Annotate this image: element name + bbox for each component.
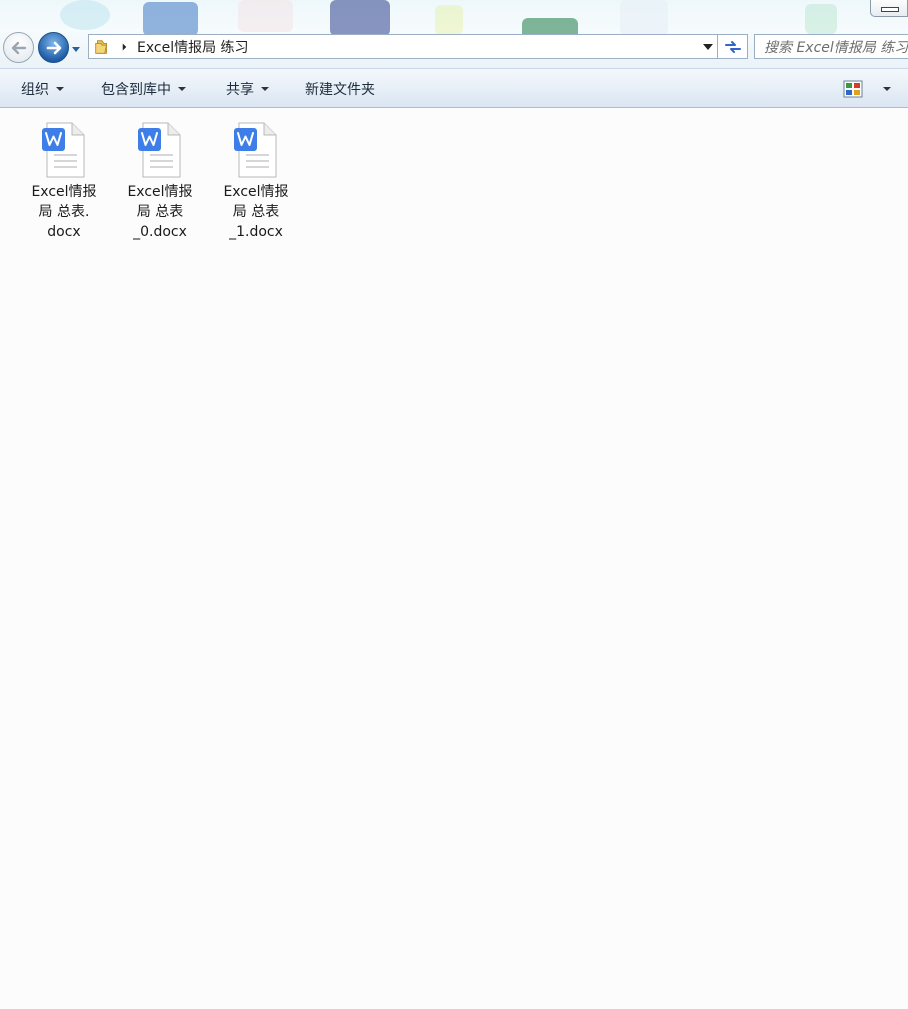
breadcrumb-separator-icon[interactable] [117, 42, 131, 52]
include-in-library-button[interactable]: 包含到库中 [101, 69, 186, 108]
background-blur [435, 5, 463, 35]
file-item[interactable]: Excel情报 局 总表 _0.docx [120, 120, 200, 242]
address-bar[interactable]: Excel情报局 练习 [88, 34, 718, 59]
view-options-dropdown[interactable] [883, 87, 891, 91]
new-folder-label: 新建文件夹 [305, 81, 375, 98]
file-list-area[interactable]: Excel情报 局 总表. docx Excel情报 局 总表 _0.docx … [0, 108, 908, 1009]
organize-label: 组织 [21, 81, 49, 98]
file-name: Excel情报 局 总表 _0.docx [127, 184, 193, 240]
chevron-down-icon [261, 86, 269, 91]
address-history-dropdown[interactable] [701, 39, 715, 55]
new-folder-button[interactable]: 新建文件夹 [305, 69, 375, 108]
refresh-icon [724, 40, 741, 53]
file-name: Excel情报 局 总表 _1.docx [223, 184, 289, 240]
chevron-down-icon [703, 44, 713, 50]
change-view-icon[interactable] [843, 80, 863, 98]
share-label: 共享 [226, 81, 254, 98]
arrow-right-icon [46, 41, 61, 54]
background-blur [620, 0, 668, 36]
chevron-down-icon [178, 86, 186, 91]
minimize-button[interactable] [870, 0, 908, 17]
file-name: Excel情报 局 总表. docx [31, 184, 97, 240]
chevron-down-icon [56, 86, 64, 91]
arrow-left-icon [11, 41, 26, 54]
background-blur [805, 4, 837, 34]
wps-word-doc-icon [42, 122, 85, 178]
back-button[interactable] [3, 32, 34, 63]
share-menu-button[interactable]: 共享 [226, 69, 269, 108]
background-blur [143, 2, 198, 36]
organize-menu-button[interactable]: 组织 [21, 69, 64, 108]
background-blur [238, 0, 293, 32]
forward-button[interactable] [38, 32, 69, 63]
wps-word-doc-icon [234, 122, 277, 178]
recent-pages-dropdown[interactable] [70, 44, 82, 54]
chevron-down-icon [72, 47, 80, 52]
file-item[interactable]: Excel情报 局 总表 _1.docx [216, 120, 296, 242]
background-blur [330, 0, 390, 36]
file-item[interactable]: Excel情报 局 总表. docx [24, 120, 104, 242]
background-blur [60, 0, 110, 30]
wps-word-doc-icon [138, 122, 181, 178]
include-in-library-label: 包含到库中 [101, 81, 171, 98]
folder-icon [91, 36, 113, 58]
refresh-button[interactable] [718, 34, 748, 59]
breadcrumb-current-folder[interactable]: Excel情报局 练习 [137, 37, 249, 57]
title-bar: Excel情报局 练习 搜索 Excel情报局 练习 [0, 0, 908, 68]
search-input[interactable]: 搜索 Excel情报局 练习 [754, 34, 908, 59]
command-bar: 组织 包含到库中 共享 新建文件夹 [0, 68, 908, 108]
